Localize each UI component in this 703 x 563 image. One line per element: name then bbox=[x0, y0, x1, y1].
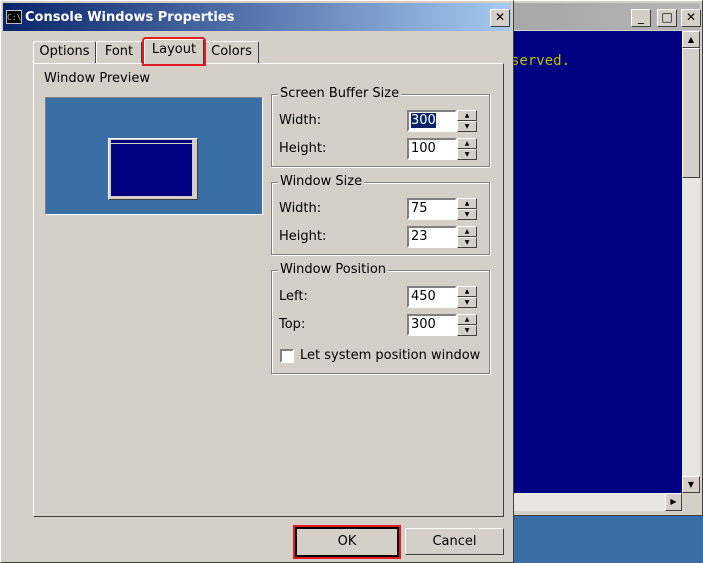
dialog-close-button[interactable]: ✕ bbox=[490, 9, 510, 27]
minimize-button[interactable]: _ bbox=[631, 9, 651, 27]
console-close-button[interactable]: ✕ bbox=[681, 9, 701, 27]
position-left-label: Left: bbox=[279, 289, 308, 304]
scroll-thumb[interactable] bbox=[682, 48, 700, 178]
buffer-height-stepper[interactable]: ▲ ▼ bbox=[457, 138, 477, 160]
spin-up-icon[interactable]: ▲ bbox=[457, 314, 477, 325]
system-position-label[interactable]: Let system position window bbox=[300, 348, 480, 363]
spin-up-icon[interactable]: ▲ bbox=[457, 110, 477, 121]
window-preview bbox=[45, 97, 263, 215]
spin-down-icon[interactable]: ▼ bbox=[457, 209, 477, 220]
window-height-stepper[interactable]: ▲ ▼ bbox=[457, 226, 477, 248]
buffer-width-label: Width: bbox=[279, 113, 322, 128]
window-height-input[interactable]: 23 bbox=[407, 226, 457, 248]
window-preview-label: Window Preview bbox=[44, 71, 150, 86]
window-width-label: Width: bbox=[279, 201, 322, 216]
cancel-button[interactable]: Cancel bbox=[405, 528, 504, 555]
window-size-title: Window Size bbox=[278, 174, 365, 189]
spin-down-icon[interactable]: ▼ bbox=[457, 149, 477, 160]
scroll-up-icon[interactable]: ▲ bbox=[682, 31, 700, 48]
ok-button[interactable]: OK bbox=[293, 525, 401, 559]
position-top-input[interactable]: 300 bbox=[407, 314, 457, 336]
tab-font[interactable]: Font bbox=[96, 41, 142, 63]
buffer-width-input[interactable]: 300 bbox=[407, 110, 457, 132]
position-left-input[interactable]: 450 bbox=[407, 286, 457, 308]
window-position-title: Window Position bbox=[278, 262, 389, 277]
vertical-scrollbar[interactable]: ▲ ▼ bbox=[682, 31, 700, 493]
spin-down-icon[interactable]: ▼ bbox=[457, 297, 477, 308]
position-top-label: Top: bbox=[279, 317, 306, 332]
window-width-stepper[interactable]: ▲ ▼ bbox=[457, 198, 477, 220]
console-app-icon: C:\ bbox=[6, 10, 22, 24]
tab-layout[interactable]: Layout bbox=[142, 37, 206, 66]
screen-buffer-title: Screen Buffer Size bbox=[278, 86, 402, 101]
buffer-height-input[interactable]: 100 bbox=[407, 138, 457, 160]
buffer-width-stepper[interactable]: ▲ ▼ bbox=[457, 110, 477, 132]
spin-down-icon[interactable]: ▼ bbox=[457, 121, 477, 132]
position-top-stepper[interactable]: ▲ ▼ bbox=[457, 314, 477, 336]
spin-up-icon[interactable]: ▲ bbox=[457, 226, 477, 237]
position-left-stepper[interactable]: ▲ ▼ bbox=[457, 286, 477, 308]
tab-colors[interactable]: Colors bbox=[204, 41, 259, 63]
scroll-down-icon[interactable]: ▼ bbox=[682, 476, 700, 493]
buffer-height-label: Height: bbox=[279, 141, 327, 156]
preview-titlebar bbox=[111, 140, 192, 143]
window-width-input[interactable]: 75 bbox=[407, 198, 457, 220]
spin-up-icon[interactable]: ▲ bbox=[457, 198, 477, 209]
spin-up-icon[interactable]: ▲ bbox=[457, 138, 477, 149]
maximize-button[interactable]: □ bbox=[657, 9, 677, 27]
preview-window bbox=[108, 138, 198, 200]
dialog-titlebar: C:\ Console Windows Properties ✕ bbox=[3, 3, 511, 31]
tab-options[interactable]: Options bbox=[33, 41, 96, 63]
window-height-label: Height: bbox=[279, 229, 327, 244]
buffer-width-value: 300 bbox=[411, 113, 436, 128]
scroll-right-icon[interactable]: ▶ bbox=[665, 493, 682, 511]
spin-up-icon[interactable]: ▲ bbox=[457, 286, 477, 297]
console-line: served. bbox=[511, 53, 571, 69]
properties-dialog: C:\ Console Windows Properties ✕ Options… bbox=[0, 0, 514, 563]
spin-down-icon[interactable]: ▼ bbox=[457, 325, 477, 336]
system-position-checkbox[interactable] bbox=[280, 349, 294, 363]
preview-client-area bbox=[111, 144, 192, 196]
spin-down-icon[interactable]: ▼ bbox=[457, 237, 477, 248]
dialog-title: Console Windows Properties bbox=[25, 10, 235, 25]
